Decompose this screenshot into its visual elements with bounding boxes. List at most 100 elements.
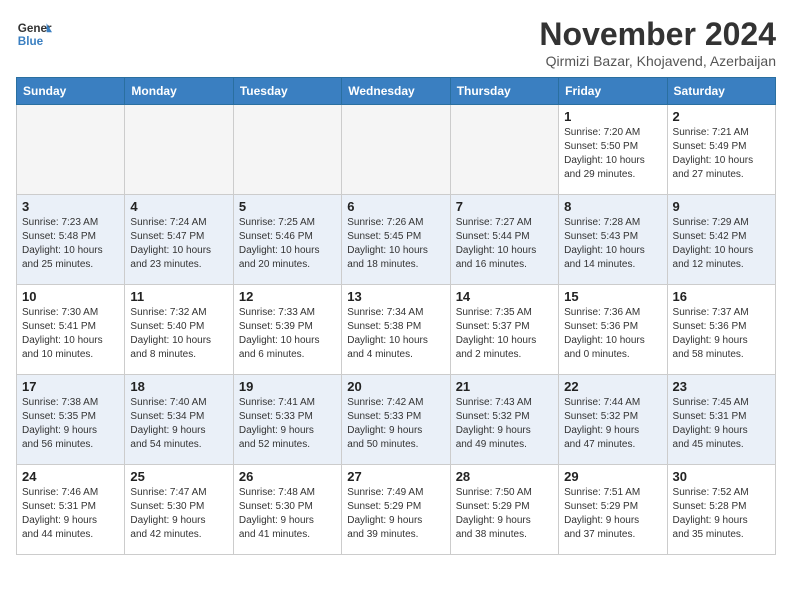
day-info: Sunrise: 7:27 AM Sunset: 5:44 PM Dayligh… xyxy=(456,216,553,272)
day-number: 11 xyxy=(130,289,227,304)
calendar-day-cell: 20 Sunrise: 7:42 AM Sunset: 5:33 PM Dayli… xyxy=(342,375,450,465)
day-number: 17 xyxy=(22,379,119,394)
calendar-day-cell: 19 Sunrise: 7:41 AM Sunset: 5:33 PM Dayli… xyxy=(233,375,341,465)
day-number: 28 xyxy=(456,469,553,484)
day-number: 26 xyxy=(239,469,336,484)
day-number: 7 xyxy=(456,199,553,214)
location: Qirmizi Bazar, Khojavend, Azerbaijan xyxy=(539,53,776,69)
title-section: November 2024 Qirmizi Bazar, Khojavend, … xyxy=(539,16,776,69)
day-info: Sunrise: 7:36 AM Sunset: 5:36 PM Dayligh… xyxy=(564,306,661,362)
calendar-day-cell: 13 Sunrise: 7:34 AM Sunset: 5:38 PM Dayli… xyxy=(342,285,450,375)
day-number: 23 xyxy=(673,379,770,394)
calendar-day-cell: 22 Sunrise: 7:44 AM Sunset: 5:32 PM Dayli… xyxy=(559,375,667,465)
calendar-day-cell: 6 Sunrise: 7:26 AM Sunset: 5:45 PM Daylig… xyxy=(342,195,450,285)
day-info: Sunrise: 7:28 AM Sunset: 5:43 PM Dayligh… xyxy=(564,216,661,272)
calendar-day-cell: 17 Sunrise: 7:38 AM Sunset: 5:35 PM Dayli… xyxy=(17,375,125,465)
calendar-week-row: 17 Sunrise: 7:38 AM Sunset: 5:35 PM Dayli… xyxy=(17,375,776,465)
calendar-day-cell: 24 Sunrise: 7:46 AM Sunset: 5:31 PM Dayli… xyxy=(17,465,125,555)
logo-icon: General Blue xyxy=(16,16,52,52)
day-info: Sunrise: 7:33 AM Sunset: 5:39 PM Dayligh… xyxy=(239,306,336,362)
calendar-day-cell: 2 Sunrise: 7:21 AM Sunset: 5:49 PM Daylig… xyxy=(667,105,775,195)
calendar-day-cell: 30Sunrise: 7:52 AM Sunset: 5:28 PM Dayli… xyxy=(667,465,775,555)
day-info: Sunrise: 7:34 AM Sunset: 5:38 PM Dayligh… xyxy=(347,306,444,362)
day-number: 22 xyxy=(564,379,661,394)
calendar-day-cell: 28 Sunrise: 7:50 AM Sunset: 5:29 PM Dayli… xyxy=(450,465,558,555)
day-info: Sunrise: 7:42 AM Sunset: 5:33 PM Dayligh… xyxy=(347,396,444,452)
svg-text:Blue: Blue xyxy=(18,35,44,48)
day-info: Sunrise: 7:48 AM Sunset: 5:30 PM Dayligh… xyxy=(239,486,336,542)
calendar-day-cell: 5Sunrise: 7:25 AM Sunset: 5:46 PM Daylig… xyxy=(233,195,341,285)
day-number: 6 xyxy=(347,199,444,214)
calendar-day-cell: 27 Sunrise: 7:49 AM Sunset: 5:29 PM Dayli… xyxy=(342,465,450,555)
calendar-day-cell xyxy=(233,105,341,195)
calendar-day-cell xyxy=(17,105,125,195)
day-number: 25 xyxy=(130,469,227,484)
logo: General Blue xyxy=(16,16,52,52)
day-info: Sunrise: 7:23 AM Sunset: 5:48 PM Dayligh… xyxy=(22,216,119,272)
day-info: Sunrise: 7:30 AM Sunset: 5:41 PM Dayligh… xyxy=(22,306,119,362)
day-number: 12 xyxy=(239,289,336,304)
day-info: Sunrise: 7:20 AM Sunset: 5:50 PM Dayligh… xyxy=(564,126,661,182)
day-info: Sunrise: 7:26 AM Sunset: 5:45 PM Dayligh… xyxy=(347,216,444,272)
month-title: November 2024 xyxy=(539,16,776,53)
calendar-day-cell: 1Sunrise: 7:20 AM Sunset: 5:50 PM Daylig… xyxy=(559,105,667,195)
calendar-day-cell: 26 Sunrise: 7:48 AM Sunset: 5:30 PM Dayli… xyxy=(233,465,341,555)
day-info: Sunrise: 7:44 AM Sunset: 5:32 PM Dayligh… xyxy=(564,396,661,452)
calendar-day-cell: 21 Sunrise: 7:43 AM Sunset: 5:32 PM Dayli… xyxy=(450,375,558,465)
day-info: Sunrise: 7:43 AM Sunset: 5:32 PM Dayligh… xyxy=(456,396,553,452)
calendar-day-cell: 12 Sunrise: 7:33 AM Sunset: 5:39 PM Dayli… xyxy=(233,285,341,375)
day-number: 16 xyxy=(673,289,770,304)
day-info: Sunrise: 7:21 AM Sunset: 5:49 PM Dayligh… xyxy=(673,126,770,182)
day-info: Sunrise: 7:49 AM Sunset: 5:29 PM Dayligh… xyxy=(347,486,444,542)
calendar-week-row: 3 Sunrise: 7:23 AM Sunset: 5:48 PM Daylig… xyxy=(17,195,776,285)
day-info: Sunrise: 7:40 AM Sunset: 5:34 PM Dayligh… xyxy=(130,396,227,452)
day-info: Sunrise: 7:25 AM Sunset: 5:46 PM Dayligh… xyxy=(239,216,336,272)
day-number: 27 xyxy=(347,469,444,484)
calendar-day-cell: 9Sunrise: 7:29 AM Sunset: 5:42 PM Daylig… xyxy=(667,195,775,285)
day-number: 30 xyxy=(673,469,770,484)
day-info: Sunrise: 7:50 AM Sunset: 5:29 PM Dayligh… xyxy=(456,486,553,542)
day-number: 9 xyxy=(673,199,770,214)
calendar-week-row: 1Sunrise: 7:20 AM Sunset: 5:50 PM Daylig… xyxy=(17,105,776,195)
day-number: 3 xyxy=(22,199,119,214)
calendar-day-cell: 29 Sunrise: 7:51 AM Sunset: 5:29 PM Dayli… xyxy=(559,465,667,555)
day-info: Sunrise: 7:24 AM Sunset: 5:47 PM Dayligh… xyxy=(130,216,227,272)
calendar-day-cell: 16Sunrise: 7:37 AM Sunset: 5:36 PM Dayli… xyxy=(667,285,775,375)
day-info: Sunrise: 7:51 AM Sunset: 5:29 PM Dayligh… xyxy=(564,486,661,542)
weekday-header-monday: Monday xyxy=(125,78,233,105)
day-number: 21 xyxy=(456,379,553,394)
day-info: Sunrise: 7:38 AM Sunset: 5:35 PM Dayligh… xyxy=(22,396,119,452)
calendar-week-row: 24 Sunrise: 7:46 AM Sunset: 5:31 PM Dayli… xyxy=(17,465,776,555)
day-number: 29 xyxy=(564,469,661,484)
day-number: 18 xyxy=(130,379,227,394)
day-info: Sunrise: 7:46 AM Sunset: 5:31 PM Dayligh… xyxy=(22,486,119,542)
day-info: Sunrise: 7:32 AM Sunset: 5:40 PM Dayligh… xyxy=(130,306,227,362)
page-header: General Blue November 2024 Qirmizi Bazar… xyxy=(16,16,776,69)
calendar-table: SundayMondayTuesdayWednesdayThursdayFrid… xyxy=(16,77,776,555)
day-number: 15 xyxy=(564,289,661,304)
day-number: 20 xyxy=(347,379,444,394)
day-number: 13 xyxy=(347,289,444,304)
day-number: 10 xyxy=(22,289,119,304)
calendar-day-cell: 4 Sunrise: 7:24 AM Sunset: 5:47 PM Daylig… xyxy=(125,195,233,285)
weekday-header-row: SundayMondayTuesdayWednesdayThursdayFrid… xyxy=(17,78,776,105)
calendar-day-cell: 11 Sunrise: 7:32 AM Sunset: 5:40 PM Dayli… xyxy=(125,285,233,375)
weekday-header-tuesday: Tuesday xyxy=(233,78,341,105)
day-info: Sunrise: 7:35 AM Sunset: 5:37 PM Dayligh… xyxy=(456,306,553,362)
calendar-day-cell: 25 Sunrise: 7:47 AM Sunset: 5:30 PM Dayli… xyxy=(125,465,233,555)
calendar-day-cell xyxy=(125,105,233,195)
day-info: Sunrise: 7:47 AM Sunset: 5:30 PM Dayligh… xyxy=(130,486,227,542)
calendar-day-cell: 15 Sunrise: 7:36 AM Sunset: 5:36 PM Dayli… xyxy=(559,285,667,375)
calendar-day-cell: 10 Sunrise: 7:30 AM Sunset: 5:41 PM Dayli… xyxy=(17,285,125,375)
calendar-day-cell xyxy=(342,105,450,195)
calendar-day-cell: 7 Sunrise: 7:27 AM Sunset: 5:44 PM Daylig… xyxy=(450,195,558,285)
day-info: Sunrise: 7:45 AM Sunset: 5:31 PM Dayligh… xyxy=(673,396,770,452)
day-number: 4 xyxy=(130,199,227,214)
weekday-header-thursday: Thursday xyxy=(450,78,558,105)
calendar-week-row: 10 Sunrise: 7:30 AM Sunset: 5:41 PM Dayli… xyxy=(17,285,776,375)
day-number: 24 xyxy=(22,469,119,484)
day-number: 2 xyxy=(673,109,770,124)
day-number: 14 xyxy=(456,289,553,304)
day-info: Sunrise: 7:41 AM Sunset: 5:33 PM Dayligh… xyxy=(239,396,336,452)
day-number: 19 xyxy=(239,379,336,394)
